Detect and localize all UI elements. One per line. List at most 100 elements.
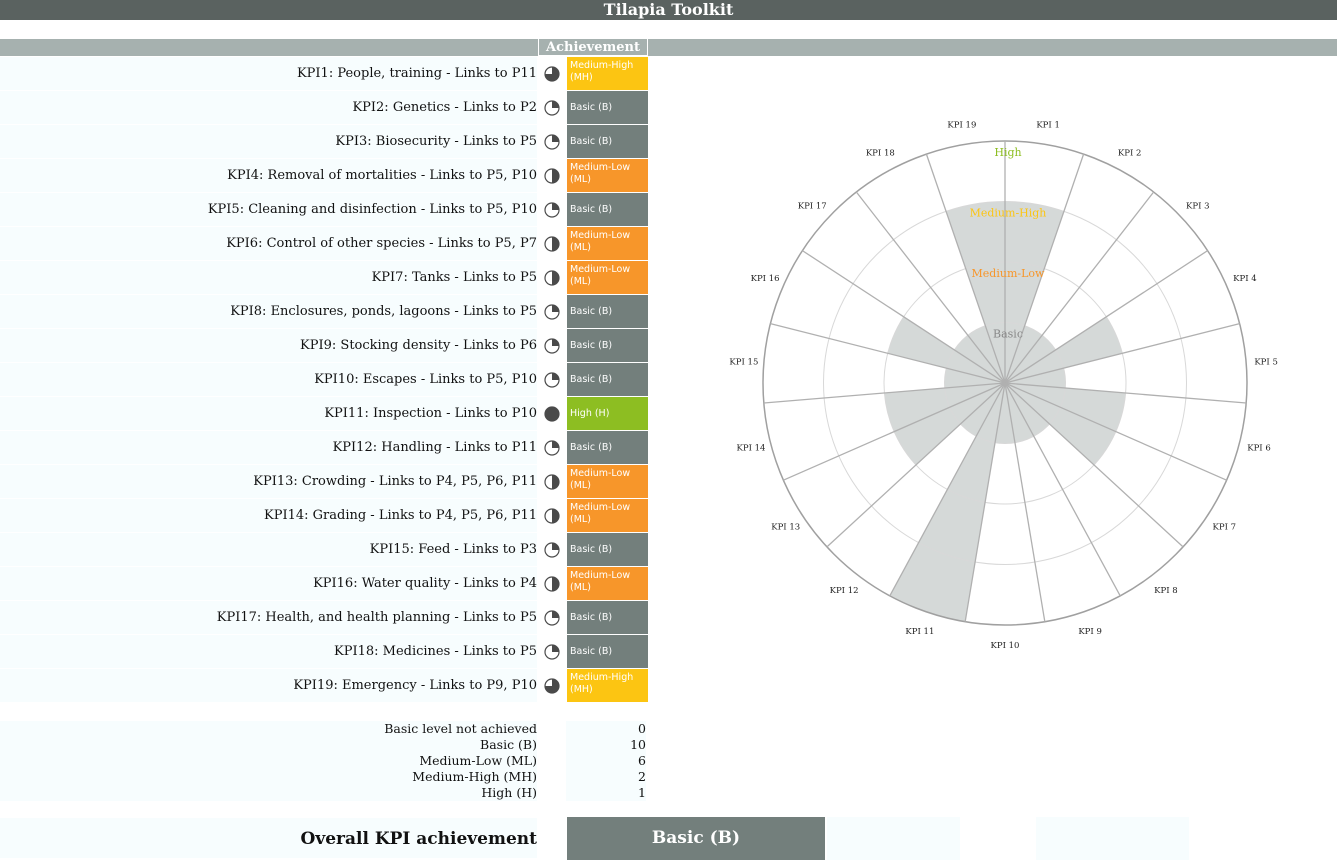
kpi-row: KPI13: Crowding - Links to P4, P5, P6, P… xyxy=(0,465,650,498)
radar-category-label: KPI 16 xyxy=(751,274,780,284)
badge-level-code: (ML) xyxy=(570,514,591,525)
progress-pie-icon xyxy=(544,542,560,558)
achievement-badge: Basic (B) xyxy=(567,363,648,396)
kpi-label: KPI19: Emergency - Links to P9, P10 xyxy=(0,669,537,702)
kpi-label: KPI14: Grading - Links to P4, P5, P6, P1… xyxy=(0,499,537,532)
kpi-label: KPI17: Health, and health planning - Lin… xyxy=(0,601,537,634)
progress-pie-icon xyxy=(544,134,560,150)
radar-category-label: KPI 7 xyxy=(1213,522,1237,532)
badge-level-text: Basic (B) xyxy=(570,374,613,385)
kpi-row: KPI14: Grading - Links to P4, P5, P6, P1… xyxy=(0,499,650,532)
summary-label: Medium-High (MH) xyxy=(0,769,537,785)
badge-level-text: Medium-Low xyxy=(570,162,631,173)
badge-level-text: Medium-Low xyxy=(570,570,631,581)
badge-level-code: (ML) xyxy=(570,242,591,253)
kpi-label: KPI16: Water quality - Links to P4 xyxy=(0,567,537,600)
progress-pie-icon xyxy=(544,304,560,320)
kpi-row: KPI6: Control of other species - Links t… xyxy=(0,227,650,260)
achievement-badge: High (H) xyxy=(567,397,648,430)
summary-label: Basic level not achieved xyxy=(0,721,537,737)
badge-level-text: Basic (B) xyxy=(570,612,613,623)
achievement-badge: Basic (B) xyxy=(567,601,648,634)
achievement-badge: Medium-High (MH) xyxy=(567,669,648,702)
kpi-row: KPI2: Genetics - Links to P2 Basic (B) xyxy=(0,91,650,124)
radar-category-label: KPI 14 xyxy=(737,443,766,453)
achievement-badge: Basic (B) xyxy=(567,125,648,158)
progress-pie-icon xyxy=(544,406,560,422)
achievement-badge: Medium-Low (ML) xyxy=(567,499,648,532)
kpi-label: KPI4: Removal of mortalities - Links to … xyxy=(0,159,537,192)
badge-level-text: Medium-High xyxy=(570,672,634,683)
achievement-badge: Basic (B) xyxy=(567,295,648,328)
progress-pie-icon xyxy=(544,644,560,660)
summary-count: 10 xyxy=(566,737,646,753)
badge-level-code: (ML) xyxy=(570,276,591,287)
badge-level-text: Medium-Low xyxy=(570,468,631,479)
summary-row: Medium-Low (ML) 6 xyxy=(0,753,650,769)
radar-category-label: KPI 3 xyxy=(1186,202,1210,212)
badge-level-text: Medium-Low xyxy=(570,502,631,513)
radar-category-label: KPI 4 xyxy=(1233,274,1257,284)
badge-level-text: Basic (B) xyxy=(570,544,613,555)
badge-level-text: Medium-Low xyxy=(570,264,631,275)
achievement-badge: Medium-Low (ML) xyxy=(567,465,648,498)
badge-level-code: (ML) xyxy=(570,582,591,593)
progress-pie-icon xyxy=(544,236,560,252)
summary-count: 0 xyxy=(566,721,646,737)
summary-row: Basic (B) 10 xyxy=(0,737,650,753)
radar-level-label: High xyxy=(994,146,1021,159)
summary-row: High (H) 1 xyxy=(0,785,650,801)
progress-pie-icon xyxy=(544,678,560,694)
kpi-row: KPI9: Stocking density - Links to P6 Basi… xyxy=(0,329,650,362)
badge-level-text: Basic (B) xyxy=(570,646,613,657)
achievement-column-header: Achievement xyxy=(538,38,648,56)
kpi-label: KPI12: Handling - Links to P11 xyxy=(0,431,537,464)
radar-level-label: Basic xyxy=(993,328,1023,341)
radar-category-label: KPI 13 xyxy=(771,522,800,532)
summary-label: High (H) xyxy=(0,785,537,801)
kpi-row: KPI10: Escapes - Links to P5, P10 Basic (… xyxy=(0,363,650,396)
radar-level-label: Medium-High xyxy=(970,207,1047,220)
progress-pie-icon xyxy=(544,202,560,218)
badge-level-text: Basic (B) xyxy=(570,442,613,453)
kpi-label: KPI5: Cleaning and disinfection - Links … xyxy=(0,193,537,226)
radar-category-label: KPI 19 xyxy=(947,121,976,131)
kpi-label: KPI8: Enclosures, ponds, lagoons - Links… xyxy=(0,295,537,328)
radar-category-label: KPI 8 xyxy=(1154,586,1178,596)
badge-level-text: Basic (B) xyxy=(570,340,613,351)
progress-pie-icon xyxy=(544,100,560,116)
kpi-label: KPI1: People, training - Links to P11 xyxy=(0,57,537,90)
kpi-row: KPI11: Inspection - Links to P10 High (H) xyxy=(0,397,650,430)
header-band xyxy=(0,39,1337,56)
kpi-label: KPI18: Medicines - Links to P5 xyxy=(0,635,537,668)
progress-pie-icon xyxy=(544,372,560,388)
badge-level-text: Medium-High xyxy=(570,60,634,71)
summary-label: Basic (B) xyxy=(0,737,537,753)
achievement-badge: Basic (B) xyxy=(567,193,648,226)
achievement-badge: Medium-Low (ML) xyxy=(567,159,648,192)
progress-pie-icon xyxy=(544,270,560,286)
kpi-label: KPI7: Tanks - Links to P5 xyxy=(0,261,537,294)
kpi-label: KPI13: Crowding - Links to P4, P5, P6, P… xyxy=(0,465,537,498)
achievement-badge: Medium-Low (ML) xyxy=(567,261,648,294)
badge-level-text: Basic (B) xyxy=(570,204,613,215)
radar-category-label: KPI 10 xyxy=(991,641,1020,651)
radar-category-label: KPI 1 xyxy=(1036,121,1060,131)
kpi-label: KPI10: Escapes - Links to P5, P10 xyxy=(0,363,537,396)
kpi-row: KPI5: Cleaning and disinfection - Links … xyxy=(0,193,650,226)
progress-pie-icon xyxy=(544,168,560,184)
app-title: Tilapia Toolkit xyxy=(0,0,1337,20)
summary-count: 6 xyxy=(566,753,646,769)
achievement-badge: Medium-High (MH) xyxy=(567,57,648,90)
kpi-label: KPI9: Stocking density - Links to P6 xyxy=(0,329,537,362)
summary-row: Basic level not achieved 0 xyxy=(0,721,650,737)
badge-level-text: High (H) xyxy=(570,408,610,419)
overall-kpi-value: Basic (B) xyxy=(567,817,825,860)
kpi-row: KPI15: Feed - Links to P3 Basic (B) xyxy=(0,533,650,566)
achievement-badge: Medium-Low (ML) xyxy=(567,227,648,260)
summary-count: 2 xyxy=(566,769,646,785)
radar-category-label: KPI 18 xyxy=(866,149,895,159)
badge-level-code: (MH) xyxy=(570,72,593,83)
progress-pie-icon xyxy=(544,66,560,82)
kpi-label: KPI6: Control of other species - Links t… xyxy=(0,227,537,260)
